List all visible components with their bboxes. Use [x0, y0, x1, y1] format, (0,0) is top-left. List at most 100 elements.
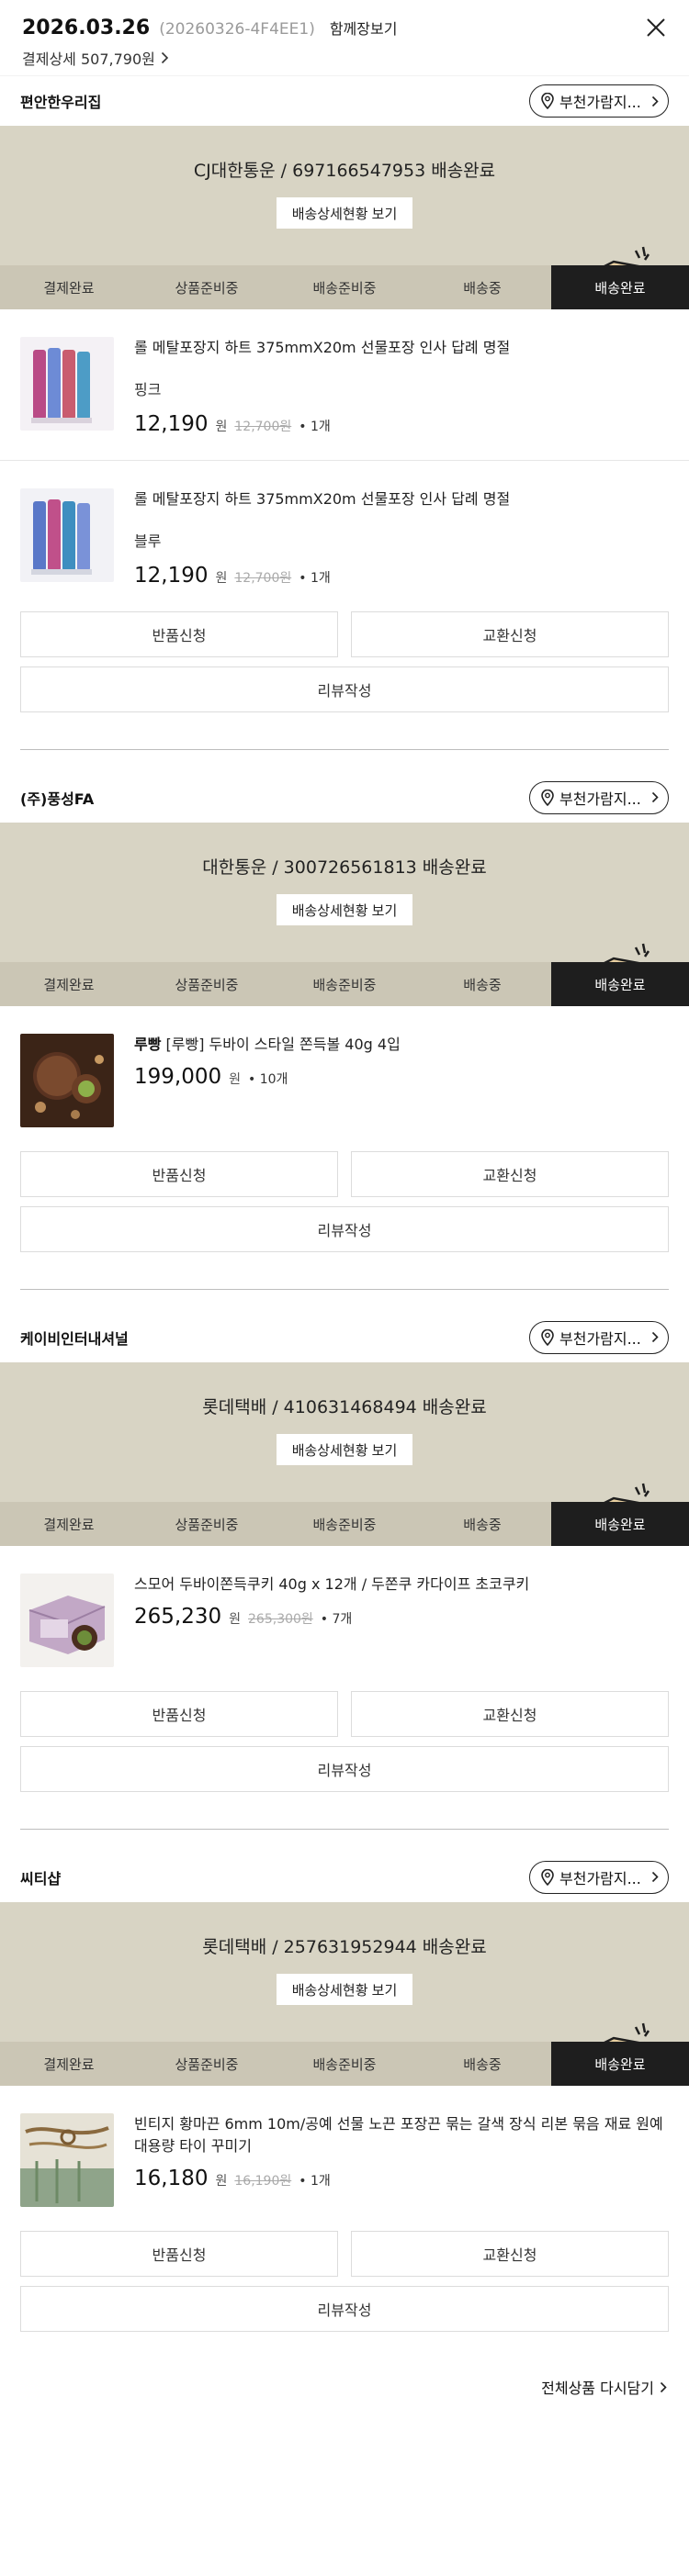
- step-delivered: 배송완료: [551, 1502, 689, 1546]
- product-item[interactable]: 롤 메탈포장지 하트 375mmX20m 선물포장 인사 답례 명절 핑크 12…: [0, 309, 689, 460]
- product-thumbnail[interactable]: [20, 1034, 114, 1127]
- product-item[interactable]: 롤 메탈포장지 하트 375mmX20m 선물포장 인사 답례 명절 블루 12…: [0, 460, 689, 611]
- location-label: 부천가람지...: [559, 1869, 641, 1887]
- return-request-button[interactable]: 반품신청: [20, 1151, 338, 1197]
- location-pin-icon: [541, 93, 554, 109]
- product-item[interactable]: 빈티지 황마끈 6mm 10m/공예 선물 노끈 포장끈 묶는 갈색 장식 리본…: [0, 2086, 689, 2231]
- return-request-button[interactable]: 반품신청: [20, 611, 338, 657]
- product-item[interactable]: 스모어 두바이쫀득쿠키 40g x 12개 / 두쫀쿠 카다이프 초코쿠키 26…: [0, 1546, 689, 1691]
- pickup-location-button[interactable]: 부천가람지...: [529, 1860, 669, 1894]
- return-request-button[interactable]: 반품신청: [20, 1691, 338, 1737]
- product-name-text: 롤 메탈포장지 하트 375mmX20m 선물포장 인사 답례 명절: [134, 490, 511, 508]
- pickup-location-button[interactable]: 부천가람지...: [529, 780, 669, 814]
- exchange-request-button[interactable]: 교환신청: [351, 1691, 669, 1737]
- product-info: 스모어 두바이쫀득쿠키 40g x 12개 / 두쫀쿠 카다이프 초코쿠키 26…: [134, 1574, 669, 1667]
- step-delivered: 배송완료: [551, 2042, 689, 2086]
- seller-name: 씨티샵: [20, 1869, 62, 1887]
- product-quantity: • 7개: [320, 1612, 353, 1627]
- track-shipping-button[interactable]: 배송상세현황 보기: [277, 1974, 412, 2005]
- location-pin-icon: [541, 789, 554, 806]
- product-thumbnail[interactable]: [20, 337, 114, 431]
- order-actions: 반품신청 교환신청 리뷰작성: [0, 1691, 689, 1792]
- product-quantity: • 1개: [299, 571, 331, 586]
- shipping-status-panel: 대한통운 / 300726561813 배송완료 배송상세현황 보기 결제완료 …: [0, 823, 689, 1006]
- seller-section: 씨티샵 부천가람지... 롯데택배 / 257631952944 배송완료 배송…: [0, 1852, 689, 2369]
- track-shipping-button[interactable]: 배송상세현황 보기: [277, 894, 412, 925]
- product-price: 265,230: [134, 1605, 222, 1629]
- product-price: 12,190: [134, 564, 209, 588]
- product-name[interactable]: 롤 메탈포장지 하트 375mmX20m 선물포장 인사 답례 명절: [134, 488, 669, 510]
- write-review-button[interactable]: 리뷰작성: [20, 2286, 669, 2332]
- seller-section: (주)풍성FA 부천가람지... 대한통운 / 300726561813 배송완…: [0, 772, 689, 1312]
- product-info: 루빵 [루빵] 두바이 스타일 쫀득볼 40g 4입 199,000 원 • 1…: [134, 1034, 669, 1127]
- currency-unit: 원: [229, 1612, 242, 1627]
- product-item[interactable]: 루빵 [루빵] 두바이 스타일 쫀득볼 40g 4입 199,000 원 • 1…: [0, 1006, 689, 1151]
- currency-unit: 원: [215, 571, 228, 586]
- write-review-button[interactable]: 리뷰작성: [20, 666, 669, 712]
- return-request-button[interactable]: 반품신청: [20, 2231, 338, 2277]
- price-line: 12,190 원 12,700원 • 1개: [134, 412, 669, 436]
- shipping-info: CJ대한통운 / 697166547953 배송완료: [193, 161, 496, 181]
- footer: 전체상품 다시담기: [0, 2369, 689, 2451]
- chevron-right-icon: [161, 51, 168, 64]
- step-preparing-shipping: 배송준비중: [312, 1516, 377, 1533]
- product-option: 블루: [134, 532, 162, 550]
- step-paid: 결제완료: [43, 2055, 95, 2073]
- currency-unit: 원: [229, 1072, 242, 1087]
- shipping-status-panel: 롯데택배 / 410631468494 배송완료 배송상세현황 보기 결제완료 …: [0, 1362, 689, 1546]
- original-price: 16,190원: [234, 2174, 292, 2189]
- pickup-location-button[interactable]: 부천가람지...: [529, 1320, 669, 1354]
- step-shipping: 배송중: [463, 2055, 502, 2073]
- exchange-request-button[interactable]: 교환신청: [351, 1151, 669, 1197]
- product-thumbnail[interactable]: [20, 488, 114, 582]
- currency-unit: 원: [215, 2174, 228, 2189]
- seller-name: (주)풍성FA: [20, 790, 95, 808]
- order-actions: 반품신청 교환신청 리뷰작성: [0, 611, 689, 712]
- close-button[interactable]: [643, 15, 669, 40]
- product-info: 빈티지 황마끈 6mm 10m/공예 선물 노끈 포장끈 묶는 갈색 장식 리본…: [134, 2113, 669, 2207]
- product-price: 16,180: [134, 2167, 209, 2190]
- location-label: 부천가람지...: [559, 1329, 641, 1348]
- share-shopping-link[interactable]: 함께장보기: [330, 17, 398, 39]
- product-name[interactable]: 롤 메탈포장지 하트 375mmX20m 선물포장 인사 답례 명절: [134, 337, 669, 359]
- chevron-right-icon: [651, 791, 659, 803]
- product-name-text: 스모어 두바이쫀득쿠키 40g x 12개 / 두쫀쿠 카다이프 초코쿠키: [134, 1575, 530, 1593]
- product-info: 롤 메탈포장지 하트 375mmX20m 선물포장 인사 답례 명절 핑크 12…: [134, 337, 669, 436]
- return-exchange-row: 반품신청 교환신청: [20, 1151, 669, 1197]
- re-add-all-label: 전체상품 다시담기: [541, 2380, 654, 2397]
- shipping-status-panel: 롯데택배 / 257631952944 배송완료 배송상세현황 보기 결제완료 …: [0, 1902, 689, 2086]
- product-thumbnail[interactable]: [20, 2113, 114, 2207]
- step-preparing-shipping: 배송준비중: [312, 2055, 377, 2073]
- return-exchange-row: 반품신청 교환신청: [20, 2231, 669, 2277]
- exchange-request-button[interactable]: 교환신청: [351, 611, 669, 657]
- price-line: 16,180 원 16,190원 • 1개: [134, 2167, 669, 2190]
- payment-detail-link[interactable]: 결제상세 507,790원: [22, 47, 667, 69]
- shipping-info: 롯데택배 / 257631952944 배송완료: [202, 1937, 487, 1957]
- order-detail-page: 2026.03.26 (20260326-4F4EE1) 함께장보기 결제상세 …: [0, 0, 689, 2451]
- delivery-steps: 결제완료 상품준비중 배송준비중 배송중 배송완료: [0, 265, 689, 309]
- step-shipping: 배송중: [463, 279, 502, 297]
- pickup-location-button[interactable]: 부천가람지...: [529, 84, 669, 118]
- delivery-steps: 결제완료 상품준비중 배송준비중 배송중 배송완료: [0, 1502, 689, 1546]
- product-name[interactable]: 빈티지 황마끈 6mm 10m/공예 선물 노끈 포장끈 묶는 갈색 장식 리본…: [134, 2113, 669, 2157]
- location-label: 부천가람지...: [559, 94, 641, 111]
- track-shipping-button[interactable]: 배송상세현황 보기: [277, 197, 412, 229]
- product-name-text: 롤 메탈포장지 하트 375mmX20m 선물포장 인사 답례 명절: [134, 339, 511, 356]
- product-name[interactable]: 스모어 두바이쫀득쿠키 40g x 12개 / 두쫀쿠 카다이프 초코쿠키: [134, 1574, 669, 1596]
- product-quantity: • 1개: [299, 420, 331, 434]
- shipping-info: 대한통운 / 300726561813 배송완료: [202, 857, 487, 878]
- chevron-right-icon: [660, 2381, 667, 2392]
- exchange-request-button[interactable]: 교환신청: [351, 2231, 669, 2277]
- re-add-all-to-cart-button[interactable]: 전체상품 다시담기: [541, 2376, 667, 2398]
- product-thumbnail[interactable]: [20, 1574, 114, 1667]
- product-name[interactable]: 루빵 [루빵] 두바이 스타일 쫀득볼 40g 4입: [134, 1034, 669, 1056]
- write-review-button[interactable]: 리뷰작성: [20, 1746, 669, 1792]
- step-delivered: 배송완료: [551, 962, 689, 1006]
- write-review-button[interactable]: 리뷰작성: [20, 1206, 669, 1252]
- track-shipping-button[interactable]: 배송상세현황 보기: [277, 1434, 412, 1465]
- seller-name: 편안한우리집: [20, 94, 102, 111]
- step-paid: 결제완료: [43, 279, 95, 297]
- order-title-line: 2026.03.26 (20260326-4F4EE1) 함께장보기: [22, 17, 667, 39]
